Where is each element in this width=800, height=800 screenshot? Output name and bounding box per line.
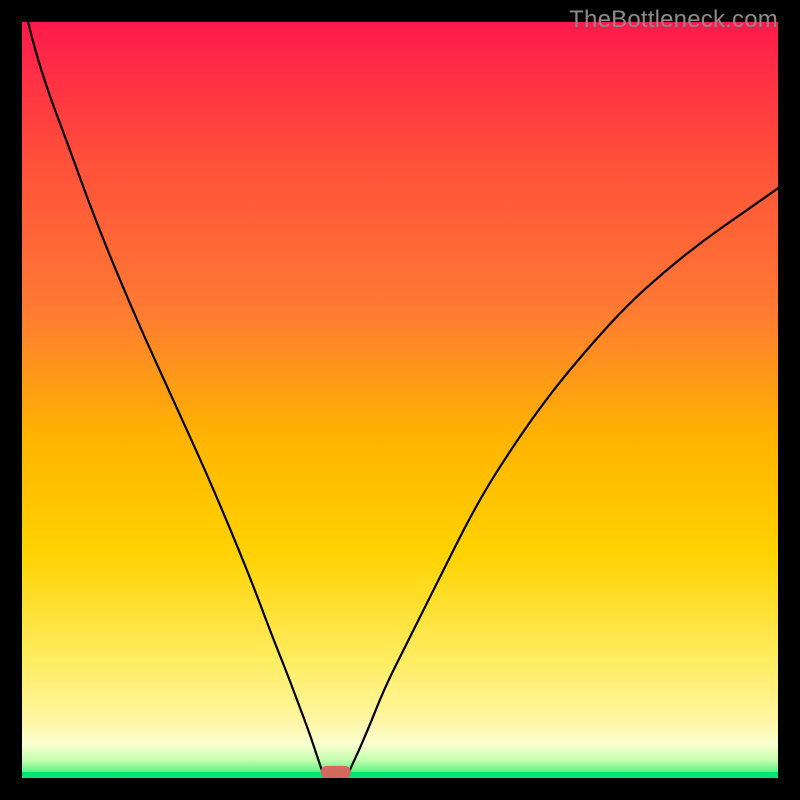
watermark-text: TheBottleneck.com [569, 6, 778, 34]
bottleneck-marker [321, 766, 351, 778]
chart-svg [22, 22, 778, 778]
baseline-strip [22, 772, 778, 778]
plot-area [22, 22, 778, 778]
gradient-background [22, 22, 778, 778]
chart-container: TheBottleneck.com [0, 0, 800, 800]
